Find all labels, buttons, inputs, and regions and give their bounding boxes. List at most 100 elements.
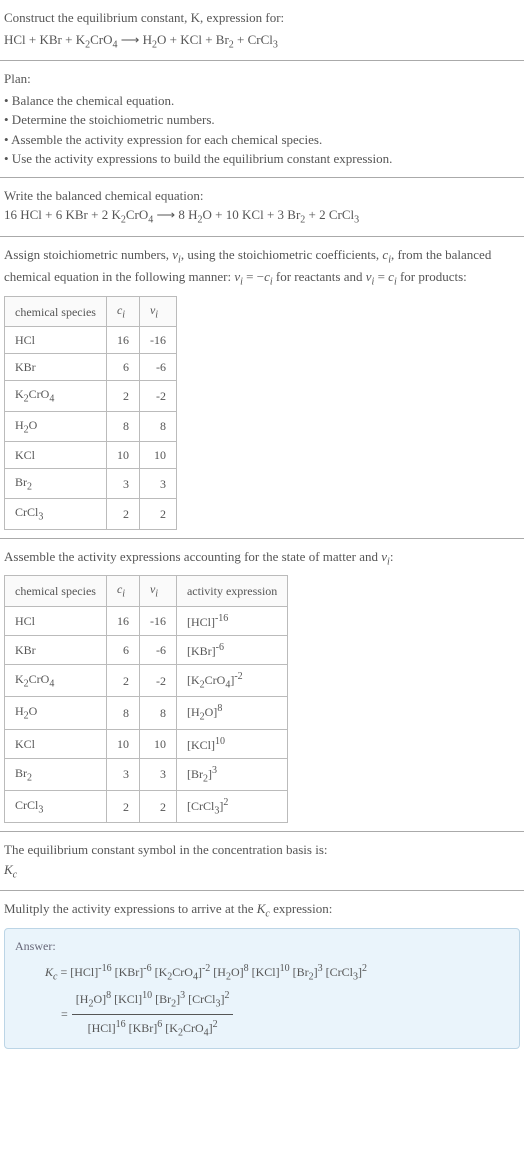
cell-activity: [HCl]-16: [176, 606, 287, 635]
cell-species: K2CrO4: [5, 664, 107, 696]
fraction-numerator: [H2O]8 [KCl]10 [Br2]3 [CrCl3]2: [72, 988, 234, 1014]
stoich-intro: Assign stoichiometric numbers, νi, using…: [4, 245, 520, 290]
cell-species: CrCl3: [5, 499, 107, 529]
section-stoich: Assign stoichiometric numbers, νi, using…: [0, 237, 524, 539]
plan-item: • Determine the stoichiometric numbers.: [4, 110, 520, 130]
section-prompt: Construct the equilibrium constant, K, e…: [0, 0, 524, 61]
table-row: Br233[Br2]3: [5, 758, 288, 790]
cell-ci: 10: [106, 442, 139, 469]
table-row: KBr6-6[KBr]-6: [5, 635, 288, 664]
cell-activity: [KCl]10: [176, 729, 287, 758]
cell-activity: [H2O]8: [176, 697, 287, 729]
cell-vi: 10: [139, 442, 176, 469]
th-vi: νi: [139, 296, 176, 326]
cell-vi: -16: [139, 606, 176, 635]
cell-activity: [KBr]-6: [176, 635, 287, 664]
cell-ci: 10: [106, 729, 139, 758]
cell-vi: 2: [139, 499, 176, 529]
kc-expression-line2: = [H2O]8 [KCl]10 [Br2]3 [CrCl3]2 [HCl]16…: [61, 988, 509, 1040]
cell-species: KBr: [5, 635, 107, 664]
table-row: CrCl322[CrCl3]2: [5, 790, 288, 822]
cell-vi: 8: [139, 697, 176, 729]
cell-ci: 2: [106, 664, 139, 696]
cell-ci: 2: [106, 790, 139, 822]
cell-ci: 8: [106, 697, 139, 729]
section-kc-symbol: The equilibrium constant symbol in the c…: [0, 832, 524, 891]
stoich-table: chemical species ci νi HCl16-16 KBr6-6 K…: [4, 296, 177, 530]
th-ci: ci: [106, 296, 139, 326]
answer-box: Answer: Kc = [HCl]-16 [KBr]-6 [K2CrO4]-2…: [4, 928, 520, 1049]
th-activity: activity expression: [176, 576, 287, 606]
cell-species: CrCl3: [5, 790, 107, 822]
cell-species: KCl: [5, 729, 107, 758]
activity-table: chemical species ci νi activity expressi…: [4, 575, 288, 823]
prompt-equation: HCl + KBr + K2CrO4 ⟶ H2O + KCl + Br2 + C…: [4, 30, 520, 53]
cell-vi: 10: [139, 729, 176, 758]
kc-symbol-intro: The equilibrium constant symbol in the c…: [4, 840, 520, 860]
cell-species: KCl: [5, 442, 107, 469]
th-species: chemical species: [5, 576, 107, 606]
cell-vi: 3: [139, 469, 176, 499]
cell-vi: -2: [139, 664, 176, 696]
table-row: KCl1010[KCl]10: [5, 729, 288, 758]
table-row: KBr6-6: [5, 354, 177, 381]
cell-species: H2O: [5, 697, 107, 729]
cell-species: K2CrO4: [5, 381, 107, 411]
plan-list: • Balance the chemical equation. • Deter…: [4, 91, 520, 169]
th-ci: ci: [106, 576, 139, 606]
plan-item: • Balance the chemical equation.: [4, 91, 520, 111]
section-activity: Assemble the activity expressions accoun…: [0, 539, 524, 833]
cell-ci: 8: [106, 411, 139, 441]
activity-intro: Assemble the activity expressions accoun…: [4, 547, 520, 570]
table-row: K2CrO42-2: [5, 381, 177, 411]
cell-species: HCl: [5, 606, 107, 635]
kc-symbol: Kc: [4, 860, 520, 883]
table-row: HCl16-16[HCl]-16: [5, 606, 288, 635]
table-row: CrCl322: [5, 499, 177, 529]
cell-species: Br2: [5, 758, 107, 790]
section-plan: Plan: • Balance the chemical equation. •…: [0, 61, 524, 178]
table-row: HCl16-16: [5, 327, 177, 354]
answer-label: Answer:: [15, 937, 509, 955]
table-row: KCl1010: [5, 442, 177, 469]
equals-sign: =: [61, 1005, 68, 1023]
plan-title: Plan:: [4, 69, 520, 89]
table-header-row: chemical species ci νi activity expressi…: [5, 576, 288, 606]
table-row: H2O88[H2O]8: [5, 697, 288, 729]
cell-ci: 16: [106, 606, 139, 635]
cell-activity: [CrCl3]2: [176, 790, 287, 822]
cell-activity: [Br2]3: [176, 758, 287, 790]
table-row: K2CrO42-2[K2CrO4]-2: [5, 664, 288, 696]
cell-vi: -2: [139, 381, 176, 411]
cell-ci: 6: [106, 354, 139, 381]
fraction-denominator: [HCl]16 [KBr]6 [K2CrO4]2: [72, 1015, 234, 1040]
section-multiply: Mulitply the activity expressions to arr…: [0, 891, 524, 1057]
table-header-row: chemical species ci νi: [5, 296, 177, 326]
fraction: [H2O]8 [KCl]10 [Br2]3 [CrCl3]2 [HCl]16 […: [72, 988, 234, 1040]
balanced-intro: Write the balanced chemical equation:: [4, 186, 520, 206]
kc-expression-line1: Kc = [HCl]-16 [KBr]-6 [K2CrO4]-2 [H2O]8 …: [45, 961, 509, 984]
cell-ci: 6: [106, 635, 139, 664]
balanced-equation: 16 HCl + 6 KBr + 2 K2CrO4 ⟶ 8 H2O + 10 K…: [4, 205, 520, 228]
plan-item: • Assemble the activity expression for e…: [4, 130, 520, 150]
cell-activity: [K2CrO4]-2: [176, 664, 287, 696]
cell-vi: -6: [139, 354, 176, 381]
cell-vi: -6: [139, 635, 176, 664]
prompt-line1: Construct the equilibrium constant, K, e…: [4, 8, 520, 28]
section-balanced: Write the balanced chemical equation: 16…: [0, 178, 524, 237]
cell-vi: 8: [139, 411, 176, 441]
cell-ci: 2: [106, 381, 139, 411]
cell-species: Br2: [5, 469, 107, 499]
th-species: chemical species: [5, 296, 107, 326]
cell-vi: -16: [139, 327, 176, 354]
cell-species: H2O: [5, 411, 107, 441]
cell-ci: 16: [106, 327, 139, 354]
cell-ci: 3: [106, 469, 139, 499]
cell-vi: 2: [139, 790, 176, 822]
cell-ci: 2: [106, 499, 139, 529]
plan-item: • Use the activity expressions to build …: [4, 149, 520, 169]
table-row: H2O88: [5, 411, 177, 441]
multiply-intro: Mulitply the activity expressions to arr…: [4, 899, 520, 922]
table-row: Br233: [5, 469, 177, 499]
cell-ci: 3: [106, 758, 139, 790]
